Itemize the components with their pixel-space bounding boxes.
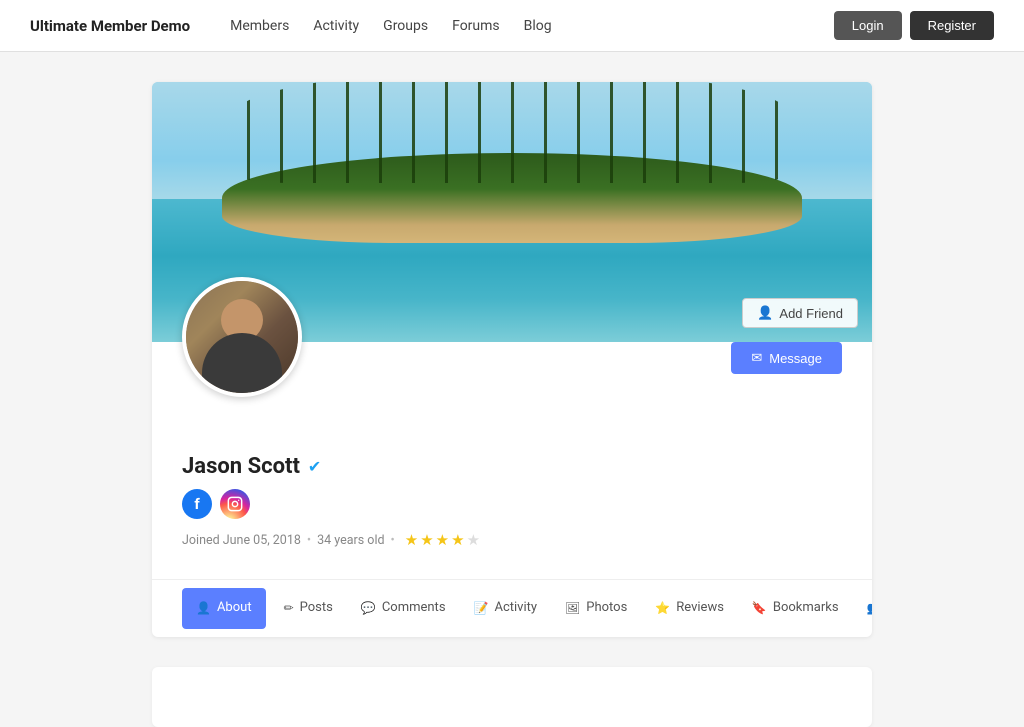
tab-photos[interactable]: 🖼 Photos — [551, 580, 641, 637]
tab-reviews[interactable]: ⭐ Reviews — [641, 580, 738, 637]
join-date: Joined June 05, 2018 — [182, 533, 301, 548]
tab-friends[interactable]: 👥 Friends — [853, 580, 872, 637]
profile-rating: ★ ★ ★ ★ ★ — [405, 531, 480, 549]
instagram-icon[interactable] — [220, 489, 250, 519]
register-button[interactable]: Register — [910, 11, 994, 40]
comments-tab-label: Comments — [382, 600, 446, 615]
star-4: ★ — [451, 531, 464, 549]
social-icons: f — [182, 489, 842, 519]
profile-name-row: Jason Scott ✔ — [182, 384, 842, 479]
nav-forums[interactable]: Forums — [452, 18, 500, 34]
cover-trees — [232, 82, 792, 183]
profile-info-section: ✉ Message Jason Scott ✔ f — [152, 342, 872, 579]
content-section — [142, 667, 882, 727]
photos-tab-label: Photos — [586, 600, 627, 615]
star-3: ★ — [436, 531, 449, 549]
separator-2: • — [391, 533, 395, 548]
message-label: Message — [769, 351, 822, 366]
avatar — [182, 277, 302, 397]
content-placeholder — [152, 667, 872, 727]
profile-card: 👤 Add Friend ✉ Message Jason Scott ✔ — [152, 82, 872, 637]
separator-1: • — [307, 533, 311, 548]
person-icon: 👤 — [757, 305, 773, 321]
header: Ultimate Member Demo Members Activity Gr… — [0, 0, 1024, 52]
site-title: Ultimate Member Demo — [30, 17, 190, 35]
reviews-tab-label: Reviews — [676, 600, 724, 615]
profile-name: Jason Scott — [182, 454, 300, 479]
tab-posts[interactable]: ✏ Posts — [270, 580, 347, 637]
tab-bookmarks[interactable]: 🔖 Bookmarks — [738, 580, 853, 637]
nav-groups[interactable]: Groups — [383, 18, 428, 34]
activity-tab-label: Activity — [494, 600, 537, 615]
profile-tabs: 👤 About ✏ Posts 💬 Comments 📝 Activity 🖼 … — [152, 579, 872, 637]
page-body: 👤 Add Friend ✉ Message Jason Scott ✔ — [142, 82, 882, 637]
about-tab-label: About — [217, 600, 252, 615]
profile-age: 34 years old — [317, 533, 384, 548]
friends-tab-icon: 👥 — [867, 601, 872, 615]
nav-members[interactable]: Members — [230, 18, 289, 34]
message-button[interactable]: ✉ Message — [731, 342, 842, 374]
nav-blog[interactable]: Blog — [524, 18, 552, 34]
tab-about[interactable]: 👤 About — [182, 588, 266, 629]
envelope-icon: ✉ — [751, 350, 762, 366]
posts-tab-label: Posts — [300, 600, 333, 615]
about-tab-icon: 👤 — [196, 601, 211, 615]
main-nav: Members Activity Groups Forums Blog — [230, 18, 834, 34]
star-5-empty: ★ — [467, 531, 480, 549]
login-button[interactable]: Login — [834, 11, 902, 40]
tab-activity[interactable]: 📝 Activity — [460, 580, 552, 637]
verified-icon: ✔ — [308, 457, 321, 476]
photos-tab-icon: 🖼 — [565, 601, 580, 615]
nav-activity[interactable]: Activity — [313, 18, 359, 34]
star-1: ★ — [405, 531, 418, 549]
activity-tab-icon: 📝 — [474, 601, 489, 615]
comments-tab-icon: 💬 — [361, 601, 376, 615]
bookmarks-tab-icon: 🔖 — [752, 601, 767, 615]
star-2: ★ — [420, 531, 433, 549]
posts-tab-icon: ✏ — [284, 601, 294, 615]
tab-comments[interactable]: 💬 Comments — [347, 580, 460, 637]
header-actions: Login Register — [834, 11, 994, 40]
avatar-image — [186, 281, 298, 393]
reviews-tab-icon: ⭐ — [655, 601, 670, 615]
facebook-icon[interactable]: f — [182, 489, 212, 519]
add-friend-button[interactable]: 👤 Add Friend — [742, 298, 858, 328]
add-friend-label: Add Friend — [779, 306, 843, 321]
bookmarks-tab-label: Bookmarks — [773, 600, 839, 615]
profile-meta: Joined June 05, 2018 • 34 years old • ★ … — [182, 531, 842, 549]
